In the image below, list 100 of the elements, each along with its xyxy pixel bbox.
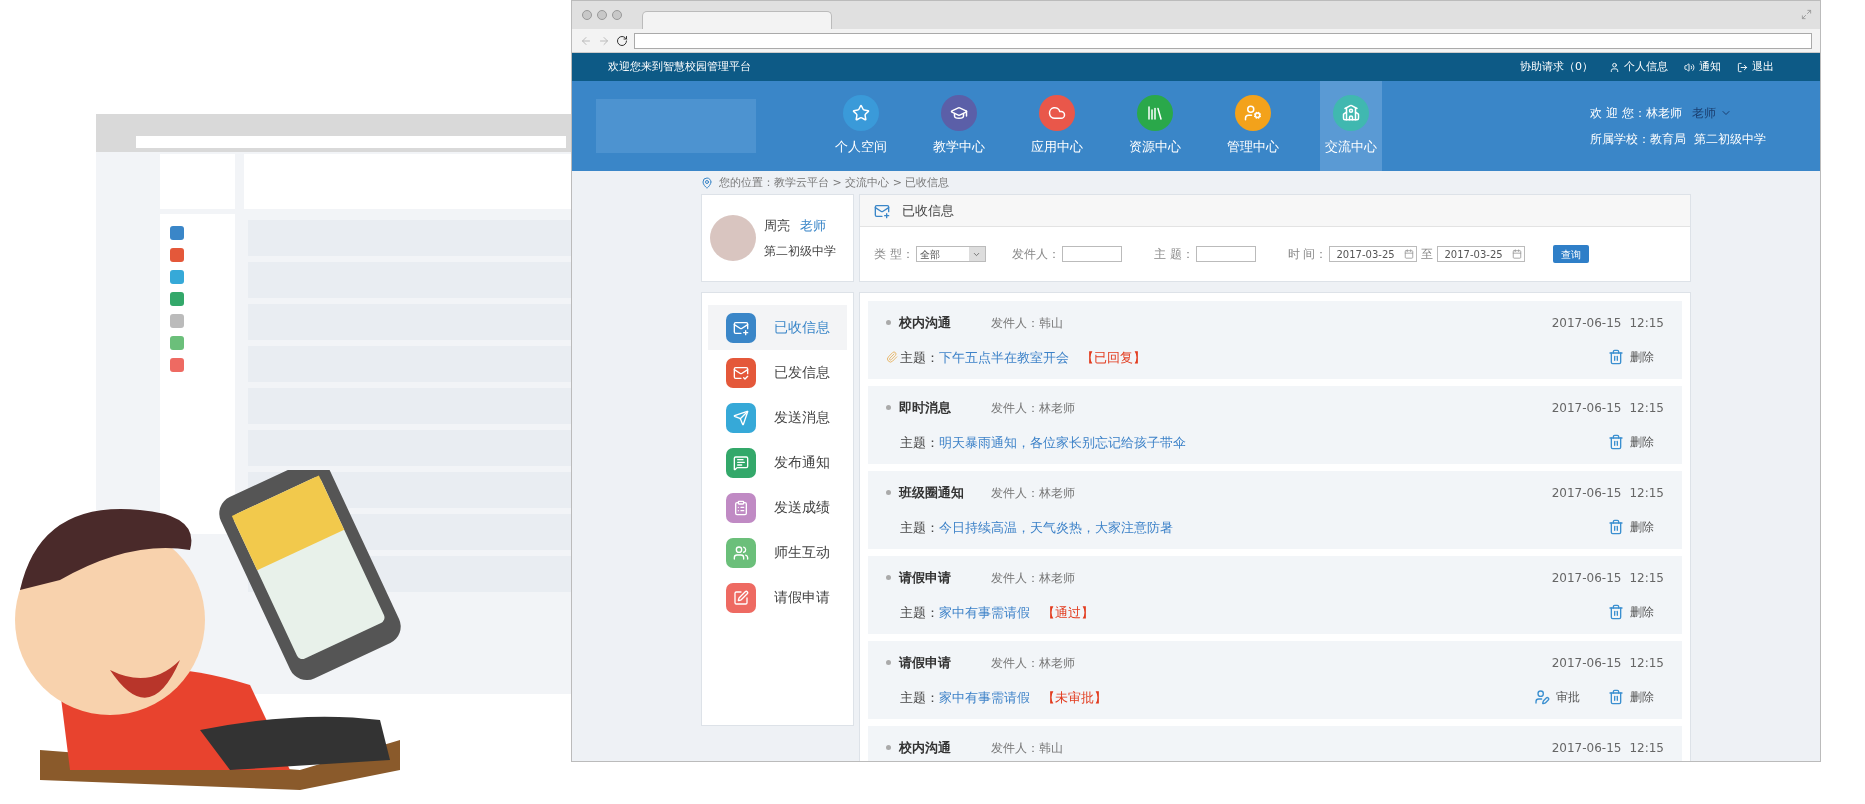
message-sender: 发件人：林老师 (991, 399, 1075, 417)
sidebar-item[interactable]: 发布通知 (708, 440, 847, 485)
sender-label: 发件人： (1011, 246, 1060, 263)
message-sender: 发件人：林老师 (991, 654, 1075, 672)
subject-link[interactable]: 今日持续高温，天气炎热，大家注意防暑 (939, 517, 1173, 537)
search-button[interactable]: 查询 (1553, 245, 1590, 263)
message-date: 2017-06-15 (1551, 484, 1622, 502)
sidebar-icon (733, 589, 749, 606)
profile-role: 老师 (800, 217, 826, 236)
top-bar-link[interactable]: 协助请求（0） (1520, 58, 1593, 76)
sidebar-item[interactable]: 师生互动 (708, 530, 847, 575)
nav-tab[interactable]: 资源中心 (1124, 81, 1186, 171)
message-category: 请假申请 (899, 569, 952, 587)
profile-school: 第二初级中学 (764, 242, 836, 260)
sidebar-icon (733, 544, 749, 561)
logout-icon (1737, 61, 1748, 73)
message-time: 12:15 (1629, 484, 1664, 502)
sidebar-icon (733, 454, 749, 471)
message-sender: 发件人：林老师 (991, 484, 1075, 502)
sender-input[interactable] (1061, 246, 1122, 262)
sidebar-item[interactable]: 发送消息 (708, 395, 847, 440)
top-bar-link[interactable]: 个人信息 (1609, 58, 1668, 76)
sidebar-item[interactable]: 发送成绩 (708, 485, 847, 530)
approve-button[interactable]: 审批 (1534, 688, 1580, 707)
message-category: 校内沟通 (899, 314, 952, 332)
bullet-icon (886, 405, 891, 411)
back-icon[interactable] (580, 34, 592, 47)
delete-button[interactable]: 删除 (1608, 688, 1654, 707)
subject-input[interactable] (1195, 246, 1256, 262)
sidebar-icon (733, 364, 749, 381)
address-field[interactable] (634, 32, 1812, 49)
mail-icon (874, 202, 890, 219)
subject-label: 主题： (900, 603, 939, 622)
subject-link[interactable]: 明天暴雨通知，各位家长别忘记给孩子带伞 (939, 432, 1186, 452)
subject-link[interactable]: 家中有事需请假 (939, 602, 1030, 622)
subject-link[interactable]: 下午五点半在教室开会 (939, 347, 1069, 367)
time-label: 时 间： (1287, 246, 1328, 263)
nav-tab[interactable]: 个人空间 (830, 81, 892, 171)
message-category: 班级圈通知 (899, 484, 965, 502)
status-tag: 【已回复】 (1081, 347, 1146, 367)
message-time: 12:15 (1629, 399, 1664, 417)
subject-label: 主题： (900, 518, 939, 537)
delete-button[interactable]: 删除 (1608, 348, 1654, 367)
message-date: 2017-06-15 (1551, 739, 1622, 757)
welcome-text: 欢迎您来到智慧校园管理平台 (608, 58, 751, 75)
bullet-icon (886, 745, 891, 751)
nav-tab[interactable]: 应用中心 (1026, 81, 1088, 171)
trash-icon (1608, 689, 1624, 706)
bullet-icon (886, 490, 891, 496)
subject-link[interactable]: 家中有事需请假 (939, 687, 1030, 707)
delete-button[interactable]: 删除 (1608, 518, 1654, 537)
top-bar-link[interactable]: 退出 (1737, 58, 1774, 76)
nav-tab[interactable]: 管理中心 (1222, 81, 1284, 171)
user-icon (1609, 61, 1620, 73)
school-name: 第二初级中学 (1694, 131, 1766, 148)
sidebar-item[interactable]: 已收信息 (708, 305, 847, 350)
message-time: 12:15 (1629, 739, 1664, 757)
message-sender: 发件人：韩山 (991, 314, 1063, 332)
sidebar-item[interactable]: 已发信息 (708, 350, 847, 395)
date-to-field[interactable]: 2017-03-25 (1437, 246, 1526, 262)
reload-icon[interactable] (616, 34, 628, 47)
message-category: 校内沟通 (899, 739, 952, 757)
message-date: 2017-06-15 (1551, 399, 1622, 417)
nav-tab[interactable]: 教学中心 (928, 81, 990, 171)
profile-name: 周亮 (764, 217, 790, 236)
message-sender: 发件人：韩山 (991, 739, 1063, 757)
status-tag: 【未审批】 (1042, 687, 1107, 707)
subject-label: 主题： (900, 433, 939, 452)
school-label: 所属学校：教育局 (1590, 131, 1686, 148)
delete-button[interactable]: 删除 (1608, 433, 1654, 452)
subject-label: 主题： (900, 348, 939, 367)
type-label: 类 型： (874, 246, 914, 263)
sidebar-icon (733, 409, 749, 426)
message-category: 请假申请 (899, 654, 952, 672)
calendar-icon (1512, 249, 1523, 259)
message-date: 2017-06-15 (1551, 654, 1622, 672)
sidebar-item[interactable]: 请假申请 (708, 575, 847, 620)
browser-tab[interactable] (642, 11, 832, 29)
forward-icon[interactable] (598, 34, 610, 47)
nav-icon (852, 104, 870, 123)
date-from-field[interactable]: 2017-03-25 (1329, 246, 1418, 262)
bullet-icon (886, 660, 891, 666)
message-date: 2017-06-15 (1551, 569, 1622, 587)
top-bar-link[interactable]: 通知 (1684, 58, 1721, 76)
user-greeting: 欢 迎 您：林老师 (1590, 105, 1682, 122)
message-sender: 发件人：林老师 (991, 569, 1075, 587)
delete-button[interactable]: 删除 (1608, 603, 1654, 622)
bullet-icon (886, 320, 891, 326)
avatar (710, 215, 756, 261)
trash-icon (1608, 434, 1624, 451)
message-category: 即时消息 (899, 399, 952, 417)
bullet-icon (886, 575, 891, 581)
message-time: 12:15 (1629, 314, 1664, 332)
fullscreen-icon[interactable] (1801, 9, 1812, 20)
trash-icon (1608, 519, 1624, 536)
date-range-separator: 至 (1421, 246, 1434, 263)
type-dropdown[interactable]: 全部 (915, 246, 986, 262)
subject-label: 主题： (900, 688, 939, 707)
nav-icon (1244, 104, 1262, 123)
message-time: 12:15 (1629, 654, 1664, 672)
